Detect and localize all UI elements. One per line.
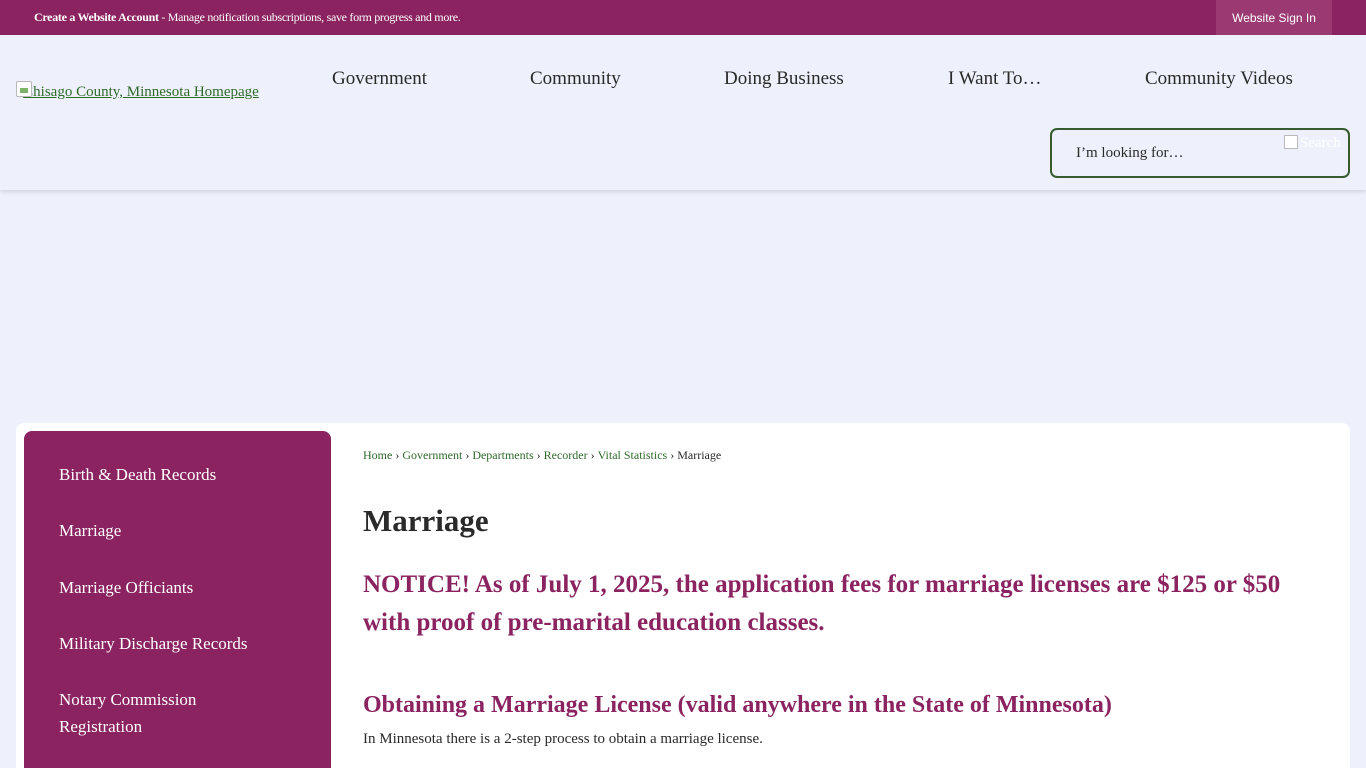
create-account-link[interactable]: Create a Website Account xyxy=(34,10,159,24)
site-search: I’m looking for… Search xyxy=(1050,128,1350,178)
breadcrumb: Home › Government › Departments › Recorder › Vit… xyxy=(363,448,722,462)
website-sign-in-button[interactable]: Website Sign In xyxy=(1216,0,1332,35)
nav-item-community[interactable]: Community xyxy=(530,68,621,90)
section-heading: Obtaining a Marriage License (valid anyw… xyxy=(363,692,1112,718)
page-title: Marriage xyxy=(363,503,489,538)
breadcrumb-government[interactable]: Government xyxy=(402,448,462,462)
search-button-alt: Search xyxy=(1300,135,1341,151)
account-tagline: - Manage notification subscriptions, sav… xyxy=(158,10,461,24)
intro-paragraph: In Minnesota there is a 2-step process t… xyxy=(363,731,763,747)
site-header: Chisago County, Minnesota Homepage Gover… xyxy=(0,35,1366,190)
sidebar-item-military-discharge-records[interactable]: Military Discharge Records xyxy=(59,630,299,657)
fee-notice: NOTICE! As of July 1, 2025, the applicat… xyxy=(363,571,1281,636)
account-message: Create a Website Account - Manage notifi… xyxy=(34,10,461,25)
nav-item-community-videos[interactable]: Community Videos xyxy=(1145,68,1293,90)
breadcrumb-recorder[interactable]: Recorder xyxy=(544,448,588,462)
search-input[interactable]: I’m looking for… xyxy=(1076,145,1183,162)
search-button[interactable]: Search xyxy=(1284,135,1348,157)
nav-item-doing-business[interactable]: Doing Business xyxy=(724,68,844,90)
nav-item-i-want-to[interactable]: I Want To… xyxy=(948,68,1042,90)
sidebar-item-marriage-officiants[interactable]: Marriage Officiants xyxy=(59,574,299,601)
breadcrumb-home[interactable]: Home xyxy=(363,448,392,462)
sidebar-item-marriage[interactable]: Marriage xyxy=(59,517,299,544)
breadcrumb-vital-statistics[interactable]: Vital Statistics xyxy=(598,448,668,462)
breadcrumb-current: Marriage xyxy=(677,448,722,462)
sidebar-item-birth-death-records[interactable]: Birth & Death Records xyxy=(59,461,299,488)
sidebar-item-notary-commission[interactable]: Notary Commission Registration xyxy=(59,686,239,740)
sidebar-menu: Birth & Death Records Marriage Marriage … xyxy=(24,431,331,768)
main-navigation: Government Community Doing Business I Wa… xyxy=(0,68,1366,94)
top-utility-bar: Create a Website Account - Manage notifi… xyxy=(0,0,1366,35)
breadcrumb-departments[interactable]: Departments xyxy=(472,448,533,462)
search-icon xyxy=(1284,135,1298,149)
nav-item-government[interactable]: Government xyxy=(332,68,427,90)
